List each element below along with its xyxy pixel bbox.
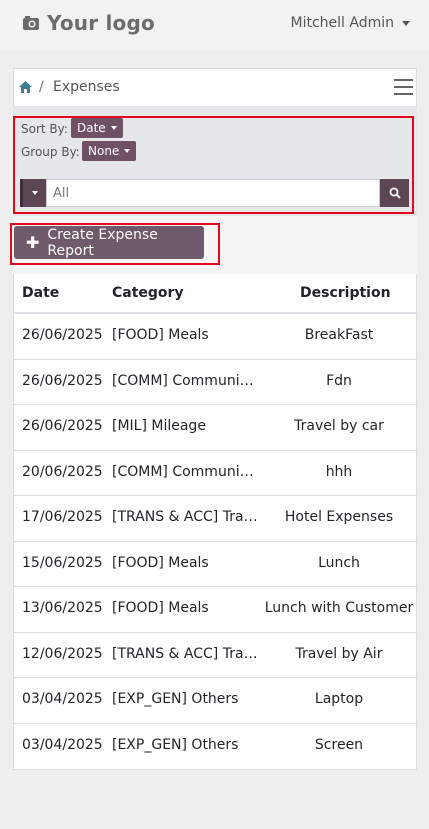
cell-date: 03/04/2025	[22, 736, 103, 753]
logo[interactable]: Your logo	[21, 11, 155, 35]
cell-date: 26/06/2025	[22, 372, 103, 389]
cell-description: Travel by Air	[295, 645, 383, 662]
cell-description: hhh	[325, 463, 353, 480]
table-row[interactable]: 20/06/2025 [COMM] Communication hhh	[14, 451, 418, 496]
home-icon[interactable]	[19, 81, 32, 93]
cell-category: [FOOD] Meals	[112, 554, 209, 571]
user-name: Mitchell Admin	[290, 15, 395, 31]
cell-date: 15/06/2025	[22, 554, 103, 571]
table-row[interactable]: 17/06/2025 [TRANS & ACC] Travel Hotel Ex…	[14, 496, 418, 542]
column-header-category[interactable]: Category	[112, 285, 184, 301]
cell-category: [MIL] Mileage	[112, 418, 206, 434]
cell-date: 26/06/2025	[22, 327, 103, 343]
cell-category: [COMM] Communication	[112, 372, 258, 389]
cell-description: BreakFast	[304, 327, 374, 343]
column-header-description[interactable]: Description	[300, 285, 391, 301]
user-menu[interactable]: Mitchell Admin	[290, 15, 410, 31]
cell-date: 20/06/2025	[22, 463, 103, 480]
cell-category: [FOOD] Meals	[112, 600, 209, 616]
cell-description: Hotel Expenses	[284, 509, 394, 525]
hamburger-menu-icon[interactable]	[394, 79, 413, 95]
top-bar: Your logo Mitchell Admin	[0, 0, 429, 50]
cell-description: Lunch with Customer	[264, 600, 414, 616]
table-row[interactable]: 15/06/2025 [FOOD] Meals Lunch	[14, 542, 418, 587]
cell-date: 12/06/2025	[22, 645, 103, 662]
cell-description: Fdn	[326, 372, 352, 389]
cell-date: 03/04/2025	[22, 691, 103, 707]
highlight-box-create	[10, 223, 220, 265]
chevron-down-icon	[402, 20, 410, 26]
table-row[interactable]: 26/06/2025 [FOOD] Meals BreakFast	[14, 314, 418, 360]
cell-description: Lunch	[318, 554, 360, 571]
table-row[interactable]: 26/06/2025 [COMM] Communication Fdn	[14, 360, 418, 405]
cell-category: [TRANS & ACC] Travel	[112, 645, 258, 662]
cell-category: [FOOD] Meals	[112, 327, 209, 343]
cell-category: [COMM] Communication	[112, 463, 258, 480]
cell-date: 26/06/2025	[22, 418, 103, 434]
breadcrumb: / Expenses	[13, 68, 417, 106]
table-row[interactable]: 03/04/2025 [EXP_GEN] Others Laptop	[14, 678, 418, 724]
breadcrumb-separator: /	[39, 79, 44, 95]
highlight-box-filters	[13, 116, 414, 214]
camera-plus-icon	[23, 16, 39, 30]
table-row[interactable]: 26/06/2025 [MIL] Mileage Travel by car	[14, 405, 418, 451]
table-row[interactable]: 12/06/2025 [TRANS & ACC] Travel Travel b…	[14, 633, 418, 678]
cell-date: 13/06/2025	[22, 600, 103, 616]
table-row[interactable]: 13/06/2025 [FOOD] Meals Lunch with Custo…	[14, 587, 418, 633]
table-header: Date Category Description	[14, 274, 418, 314]
logo-text: Your logo	[47, 11, 155, 35]
cell-category: [EXP_GEN] Others	[112, 691, 239, 707]
breadcrumb-current: Expenses	[53, 79, 120, 95]
cell-category: [TRANS & ACC] Travel	[112, 509, 258, 525]
table-row[interactable]: 03/04/2025 [EXP_GEN] Others Screen	[14, 724, 418, 770]
cell-category: [EXP_GEN] Others	[112, 736, 239, 753]
cell-date: 17/06/2025	[22, 509, 103, 525]
cell-description: Laptop	[314, 691, 364, 707]
expenses-table: Date Category Description 26/06/2025 [FO…	[13, 274, 418, 770]
column-header-date[interactable]: Date	[22, 285, 59, 301]
cell-description: Screen	[314, 736, 364, 753]
cell-description: Travel by car	[294, 418, 384, 434]
